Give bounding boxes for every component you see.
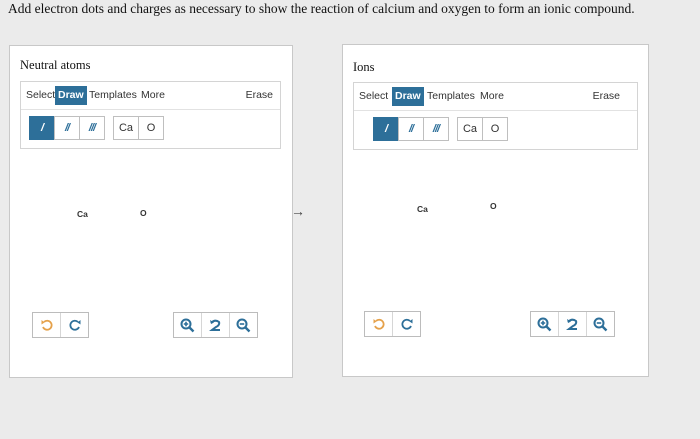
calcium-element-tool[interactable]: Ca [113, 116, 139, 140]
zoom-in-icon [180, 318, 195, 332]
oxygen-element-tool[interactable]: O [138, 116, 164, 140]
single-bond-tool[interactable]: / [29, 116, 55, 140]
question-text: Add electron dots and charges as necessa… [8, 1, 635, 16]
calcium-ion[interactable]: Ca [417, 204, 428, 214]
double-bond-tool[interactable]: // [54, 116, 80, 140]
panel-title: Neutral atoms [20, 58, 91, 72]
drawing-editor: Select Draw Templates More Erase / // //… [20, 81, 281, 149]
draw-menu[interactable]: Draw [392, 87, 424, 106]
more-menu[interactable]: More [477, 87, 507, 106]
zoom-out-icon [593, 317, 608, 331]
reset-icon [209, 319, 221, 331]
single-bond-tool[interactable]: / [373, 117, 399, 141]
triple-bond-tool[interactable]: /// [423, 117, 449, 141]
editor-menubar: Select Draw Templates More Erase [354, 83, 637, 111]
reaction-arrow: → [291, 203, 305, 219]
select-menu[interactable]: Select [356, 87, 391, 106]
undo-icon [41, 319, 53, 331]
undo-icon [373, 318, 385, 330]
zoom-out-icon [236, 318, 251, 332]
calcium-atom[interactable]: Ca [77, 209, 88, 219]
ions-panel: Ions Select Draw Templates More Erase / … [342, 44, 649, 377]
templates-menu[interactable]: Templates [424, 87, 478, 106]
reset-zoom-button[interactable] [202, 313, 230, 337]
zoom-out-button[interactable] [230, 313, 257, 337]
double-bond-tool[interactable]: // [398, 117, 424, 141]
reset-icon [566, 318, 578, 330]
calcium-element-tool[interactable]: Ca [457, 117, 483, 141]
erase-button[interactable]: Erase [243, 86, 276, 105]
neutral-atoms-panel: Neutral atoms Select Draw Templates More… [9, 45, 293, 378]
drawing-editor: Select Draw Templates More Erase / // //… [353, 82, 638, 150]
oxygen-atom[interactable]: O [140, 208, 147, 218]
zoom-controls [173, 312, 258, 338]
history-controls [32, 312, 89, 338]
select-menu[interactable]: Select [23, 86, 58, 105]
zoom-out-button[interactable] [587, 312, 614, 336]
redo-button[interactable] [393, 312, 420, 336]
history-controls [364, 311, 421, 337]
triple-bond-tool[interactable]: /// [79, 116, 105, 140]
redo-icon [400, 318, 412, 330]
zoom-controls [530, 311, 615, 337]
panel-title: Ions [353, 60, 375, 74]
zoom-in-button[interactable] [174, 313, 202, 337]
oxygen-ion[interactable]: O [490, 201, 497, 211]
undo-button[interactable] [33, 313, 61, 337]
oxygen-element-tool[interactable]: O [482, 117, 508, 141]
editor-menubar: Select Draw Templates More Erase [21, 82, 280, 110]
more-menu[interactable]: More [138, 86, 168, 105]
erase-button[interactable]: Erase [590, 87, 623, 106]
reset-zoom-button[interactable] [559, 312, 587, 336]
redo-button[interactable] [61, 313, 88, 337]
zoom-in-button[interactable] [531, 312, 559, 336]
undo-button[interactable] [365, 312, 393, 336]
templates-menu[interactable]: Templates [86, 86, 140, 105]
zoom-in-icon [537, 317, 552, 331]
draw-menu[interactable]: Draw [55, 86, 87, 105]
redo-icon [68, 319, 80, 331]
